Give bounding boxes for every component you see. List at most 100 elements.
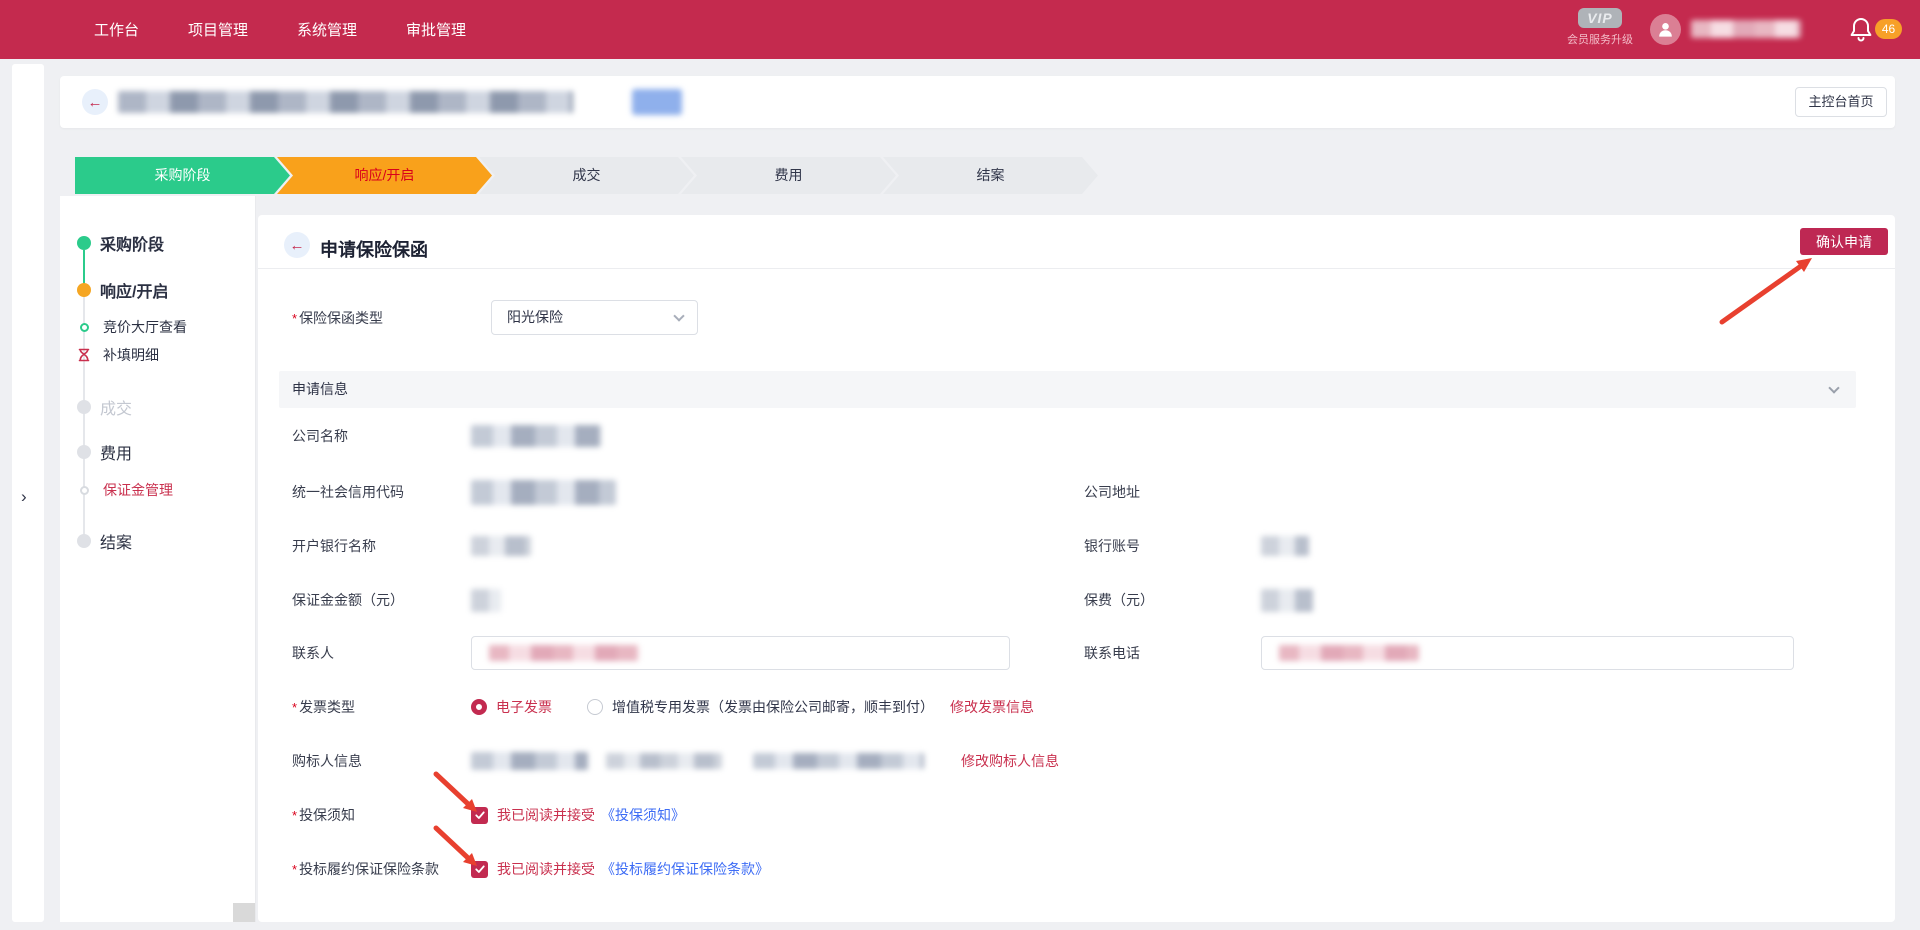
terms-doc-link[interactable]: 《投标履约保证保险条款》 [601,859,769,879]
nav-item-workbench[interactable]: 工作台 [94,19,139,40]
notice-doc-link[interactable]: 《投保须知》 [601,805,685,825]
agree-text: 我已阅读并接受 [497,805,595,825]
company-name-redacted [471,425,601,447]
sidebar-item-response-open[interactable]: 响应/开启 [60,281,255,299]
back-icon[interactable]: ← [82,89,108,115]
form-row-buyer-info: 购标人信息 修改购标人信息 [292,749,1852,773]
bank-name-redacted [471,536,531,556]
console-home-button[interactable]: 主控台首页 [1795,87,1887,117]
form-back-icon[interactable]: ← [284,232,310,258]
sidebar-item-procurement-stage[interactable]: 采购阶段 [60,234,255,252]
sidebar-item-label: 响应/开启 [100,278,168,302]
bank-name-label: 开户银行名称 [292,536,471,556]
bank-account-redacted [1261,536,1309,556]
vip-upgrade[interactable]: VIP 会员服务升级 [1560,8,1640,47]
buyer-name-redacted [471,752,588,770]
contact-person-redacted [489,645,639,661]
bank-account-label: 银行账号 [1084,536,1261,556]
page-title: 申请保险保函 [320,236,428,262]
contact-phone-input[interactable] [1261,636,1794,670]
chevron-down-icon [673,310,684,321]
nav-menu: 工作台 项目管理 系统管理 审批管理 [94,0,466,59]
sidebar-item-bidding-hall[interactable]: 竞价大厅查看 [60,319,255,335]
step-response-open[interactable]: 响应/开启 [277,157,492,194]
gray-dot-icon [77,445,91,459]
insurance-type-label: *保险保函类型 [292,308,471,328]
premium-redacted [1261,589,1313,612]
hourglass-icon [77,348,91,362]
vip-icon: VIP [1578,8,1622,28]
premium-label: 保费（元） [1084,590,1261,610]
gray-ring-icon [80,486,89,495]
form-row-insurance-notice: *投保须知 我已阅读并接受 《投保须知》 [292,803,1852,827]
company-address-label: 公司地址 [1084,482,1261,502]
contact-person-input[interactable] [471,636,1010,670]
credit-code-redacted [471,480,616,505]
sidebar-item-deal[interactable]: 成交 [60,398,255,416]
radio-vat-invoice[interactable] [587,699,603,715]
stage-sidebar: 采购阶段 响应/开启 竞价大厅查看 补填明细 成交 费用 保证金管理 结案 [60,196,256,922]
form-row-deposit: 保证金金额（元） 保费（元） [292,588,1852,612]
top-navbar: 工作台 项目管理 系统管理 审批管理 VIP 会员服务升级 46 [0,0,1920,59]
buyer-id-redacted [606,753,722,769]
project-title-redacted [118,91,573,113]
insurance-notice-checkbox[interactable] [471,807,488,824]
electronic-invoice-label: 电子发票 [496,697,552,717]
gray-dot-icon [77,400,91,414]
sidebar-item-closing[interactable]: 结案 [60,532,255,550]
status-chip-redacted [632,89,682,115]
sidebar-item-label: 费用 [100,440,132,464]
performance-terms-label: *投标履约保证保险条款 [292,859,471,879]
edit-buyer-link[interactable]: 修改购标人信息 [961,751,1059,771]
sidebar-item-label: 竞价大厅查看 [103,317,187,337]
section-apply-info[interactable]: 申请信息 [279,371,1856,408]
insurance-type-select[interactable]: 阳光保险 [491,300,698,335]
section-title: 申请信息 [292,381,348,397]
sidebar-item-deposit-management[interactable]: 保证金管理 [60,482,255,498]
left-collapse-panel: › [12,64,44,922]
performance-terms-checkbox[interactable] [471,861,488,878]
expand-panel-chevron-icon[interactable]: › [21,487,27,507]
nav-item-project-management[interactable]: 项目管理 [188,19,248,40]
vat-invoice-label: 增值税专用发票（发票由保险公司邮寄，顺丰到付） [612,697,934,717]
company-name-label: 公司名称 [292,426,471,446]
form-row-credit-code: 统一社会信用代码 公司地址 [292,480,1852,504]
username-redacted [1691,20,1801,38]
sidebar-item-fees[interactable]: 费用 [60,443,255,461]
user-avatar[interactable] [1650,14,1681,45]
contact-phone-label: 联系电话 [1084,643,1261,663]
scrollbar-thumb[interactable] [233,903,255,922]
edit-invoice-link[interactable]: 修改发票信息 [950,697,1034,717]
green-dot-icon [77,236,91,250]
sidebar-item-label: 补填明细 [103,345,159,365]
check-icon [474,863,486,875]
radio-electronic-invoice[interactable] [471,699,487,715]
person-icon [1656,20,1675,39]
process-stepper: 采购阶段 响应/开启 成交 费用 结案 [75,157,1105,194]
check-icon [474,809,486,821]
nav-item-system-management[interactable]: 系统管理 [297,19,357,40]
vip-caption: 会员服务升级 [1560,31,1640,47]
sidebar-item-label: 采购阶段 [100,231,164,255]
sidebar-item-label: 成交 [100,395,132,419]
contact-person-label: 联系人 [292,643,471,663]
contact-phone-redacted [1279,645,1419,661]
step-deal[interactable]: 成交 [479,157,694,194]
invoice-type-label: *发票类型 [292,697,471,717]
bell-icon[interactable] [1849,17,1873,43]
step-closing[interactable]: 结案 [883,157,1098,194]
sidebar-item-label: 保证金管理 [103,480,173,500]
agree-text: 我已阅读并接受 [497,859,595,879]
gray-dot-icon [77,534,91,548]
apply-guarantee-card: ← 申请保险保函 确认申请 *保险保函类型 阳光保险 申请信息 公司名称 统一社… [258,215,1895,922]
step-fees[interactable]: 费用 [681,157,896,194]
sidebar-item-label: 结案 [100,529,132,553]
deposit-amount-redacted [471,589,501,612]
sidebar-item-fill-details[interactable]: 补填明细 [60,347,255,363]
form-row-contacts: 联系人 联系电话 [292,641,1852,665]
confirm-apply-button[interactable]: 确认申请 [1800,228,1888,255]
insurance-notice-label: *投保须知 [292,805,471,825]
nav-item-approval-management[interactable]: 审批管理 [406,19,466,40]
step-procurement-stage[interactable]: 采购阶段 [75,157,290,194]
deposit-amount-label: 保证金金额（元） [292,590,471,610]
